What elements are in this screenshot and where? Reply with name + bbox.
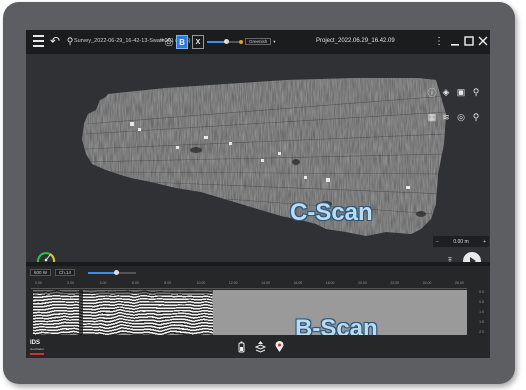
close-icon[interactable] (476, 34, 490, 48)
distance-plus-button[interactable]: + (483, 239, 486, 245)
ruler-tick-label: 18.00 (325, 281, 335, 285)
locate-icon[interactable]: ◎ (455, 111, 467, 123)
top-toolbar: ↶ ⚲ Survey_2022-06-29_16-42-13-Swath001 … (26, 30, 490, 54)
brand-bar (30, 353, 44, 355)
layers-up-icon[interactable] (255, 341, 266, 353)
palette-color-icon (239, 39, 243, 44)
c-scan-map-view[interactable]: ⓘ ◈ ▣ ⚲ ▦ ≋ ◎ ⚲ C-Scan − 0.00 m + ⤒ (26, 54, 490, 270)
distance-control: − 0.00 m + (433, 236, 489, 247)
radargram-image (33, 290, 467, 335)
slider-fill (88, 272, 117, 274)
more-options-icon[interactable]: ⋮ (432, 34, 446, 48)
ids-georadar-logo: IDS GeoRadar (30, 340, 44, 355)
bottom-tools (236, 341, 285, 353)
ruler-tick-label: 4.00 (99, 281, 107, 285)
ruler-tick-label: 22.00 (390, 281, 400, 285)
slider-knob[interactable] (223, 39, 229, 44)
distance-value: 0.00 m (453, 238, 469, 245)
undo-back-icon[interactable]: ↶ (49, 34, 61, 48)
grid-icon[interactable]: ▦ (426, 111, 438, 123)
channel-selector[interactable]: Ch.14 (55, 269, 76, 276)
depth-tick-label: 2.0 (479, 330, 484, 334)
device-icon[interactable]: ⎙ (165, 36, 173, 48)
depth-tick-label: 1.0 (479, 310, 484, 314)
project-title: Project_2022.06.29_16.42.09 (316, 38, 395, 44)
minimize-icon[interactable] (448, 34, 462, 48)
b-scan-gain-slider[interactable] (88, 270, 136, 275)
info-icon[interactable]: ⓘ (426, 86, 438, 98)
ruler-tick-label: 12.00 (228, 281, 238, 285)
ruler-tick-label: 26.00 (455, 281, 464, 285)
zoom-icon[interactable]: ⚲ (470, 86, 482, 98)
ruler-tick-label: 2.00 (67, 281, 75, 285)
ruler-tick-label: 8.00 (164, 281, 172, 285)
map-pin-icon[interactable] (274, 341, 285, 353)
x-toggle-button[interactable]: X (192, 35, 204, 49)
b-scan-toggle-button[interactable]: B (176, 35, 188, 49)
b-scan-label: B-Scan (295, 315, 378, 335)
chevron-down-icon: ▾ (273, 38, 276, 44)
survey-tree-icon[interactable]: ⚲ (66, 35, 74, 47)
c-scan-mosaic-image (82, 78, 446, 236)
slider-knob[interactable] (114, 270, 120, 275)
hamburger-menu-icon[interactable] (33, 35, 44, 47)
maximize-icon[interactable] (462, 34, 476, 48)
depth-tick-label: 0.5 (479, 300, 484, 304)
ruler-tick-label: 14.00 (261, 281, 270, 285)
b-scan-controls: 600 W Ch.14 (30, 269, 76, 276)
frequency-selector[interactable]: 600 W (30, 269, 52, 276)
distance-ruler: 0.00 2.00 4.00 6.00 8.00 10.00 12.00 14.00 16.00… (31, 281, 467, 289)
app-screen: ↶ ⚲ Survey_2022-06-29_16-42-13-Swath001 … (26, 30, 490, 358)
ruler-tick-label: 16.00 (293, 281, 303, 285)
depth-axis: 0.0 0.5 1.0 1.5 2.0 (470, 290, 484, 335)
ruler-tick-label: 20.00 (358, 281, 367, 285)
ruler-tick-label: 6.00 (131, 281, 139, 285)
battery-icon[interactable] (236, 341, 247, 353)
palette-selector[interactable]: Greenish ▾ (239, 38, 276, 45)
ruler-tick-label: 0.00 (35, 281, 42, 285)
brand-sub: GeoRadar (30, 347, 44, 351)
tablet-device: ↶ ⚲ Survey_2022-06-29_16-42-13-Swath001 … (3, 2, 515, 384)
contrast-slider[interactable] (207, 39, 239, 44)
depth-tick-label: 1.5 (479, 320, 484, 324)
b-scan-panel: 600 W Ch.14 0.00 2.00 4.00 6.00 8.00 10.00 12.… (26, 266, 490, 358)
palette-label: Greenish (245, 38, 272, 45)
fit-view-icon[interactable]: ▣ (455, 86, 467, 98)
layers-icon[interactable]: ◈ (440, 86, 452, 98)
layers-stack-icon[interactable]: ≋ (440, 111, 452, 123)
search-icon[interactable]: ⚲ (470, 111, 482, 123)
survey-selector[interactable]: Survey_2022-06-29_16-42-13-Swath001 (GPS… (74, 38, 191, 44)
depth-tick-label: 0.0 (479, 290, 484, 294)
distance-minus-button[interactable]: − (436, 239, 439, 245)
ruler-tick-label: 10.00 (196, 281, 206, 285)
ruler-tick-label: 24.00 (422, 281, 432, 285)
b-scan-radargram[interactable]: B-Scan (33, 290, 467, 335)
c-scan-label: C-Scan (290, 199, 373, 226)
chevron-down-icon[interactable]: ▾ (161, 38, 164, 44)
